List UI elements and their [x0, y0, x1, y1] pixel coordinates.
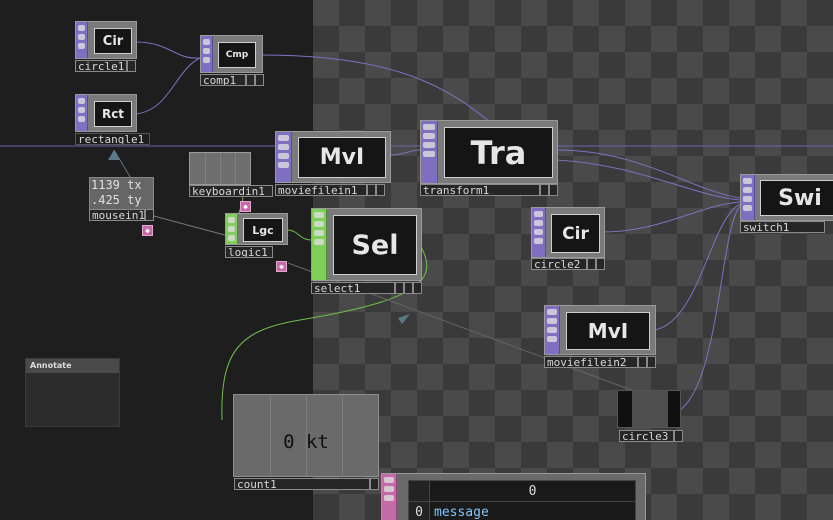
mouse-ty-value: .425 ty — [91, 193, 142, 207]
node-flag-strip[interactable] — [382, 474, 397, 520]
node-title: MvI — [298, 137, 386, 178]
node-body[interactable]: MvI — [275, 131, 391, 183]
node-title: Cmp — [218, 42, 256, 68]
node-label[interactable]: circle2 — [531, 258, 587, 270]
node-flag-strip[interactable] — [532, 208, 546, 257]
node-label[interactable]: select1 — [311, 282, 395, 294]
network-editor[interactable]: Cir circle1 Rct rectangle1 Cmp comp1 key… — [0, 0, 833, 520]
node-title: Swi — [760, 180, 833, 216]
table-viewer: 0 0 message — [408, 480, 636, 520]
node-label[interactable]: switch1 — [740, 221, 825, 233]
node-body[interactable]: MvI — [544, 305, 656, 355]
node-body[interactable]: Cmp — [200, 35, 263, 73]
mouse-tx-value: 1139 tx — [91, 178, 142, 192]
wire-moviefilein2-switch1 — [654, 203, 741, 331]
node-label[interactable]: circle1 — [75, 60, 127, 72]
node-title: Cir — [94, 28, 132, 54]
node-label[interactable]: moviefilein2 — [544, 356, 638, 368]
row-index: 0 — [408, 501, 430, 520]
dat-viewer-icon[interactable]: ◆ — [142, 225, 153, 236]
dat-viewer-icon[interactable]: ◆ — [276, 261, 287, 272]
wire-rectangle1-comp1 — [135, 57, 201, 115]
table-cell: message — [429, 501, 636, 520]
node-viewer-toggle[interactable] — [638, 356, 647, 368]
node-title: Rct — [94, 101, 132, 127]
column-header: 0 — [429, 480, 636, 502]
node-label[interactable]: comp1 — [200, 74, 246, 86]
count-value: 0 kt — [283, 431, 329, 453]
node-viewer-toggle[interactable] — [674, 430, 683, 442]
node-table-dat[interactable]: 0 0 message — [381, 473, 646, 520]
node-label[interactable]: transform1 — [420, 184, 540, 196]
node-mousein1[interactable]: 1139 tx .425 ty — [89, 177, 154, 210]
mousein1-label[interactable]: mousein1 — [89, 209, 145, 221]
node-label[interactable]: logic1 — [225, 246, 273, 258]
node-title: Cir — [551, 214, 600, 253]
node-keyboardin1[interactable] — [189, 152, 251, 185]
wire-transform1-switch1-a — [556, 149, 741, 199]
node-body[interactable]: Lgc — [225, 213, 288, 245]
wire-circle2-switch1 — [602, 201, 741, 233]
node-viewer-toggle[interactable] — [413, 282, 422, 294]
table-row: 0 message — [408, 501, 636, 520]
node-title: Tra — [444, 127, 553, 178]
wire-circle1-comp1 — [135, 41, 201, 59]
node-title: MvI — [566, 312, 650, 350]
node-body[interactable]: Cir — [75, 21, 137, 59]
node-count1[interactable]: 0 kt — [233, 394, 379, 477]
node-viewer-toggle[interactable] — [647, 356, 656, 368]
count1-label[interactable]: count1 — [234, 478, 370, 490]
node-viewer-toggle[interactable] — [376, 184, 385, 196]
wire-moviefilein1-transform1 — [389, 149, 421, 156]
node-flag-strip[interactable] — [421, 121, 438, 183]
annotate-box[interactable]: Annotate — [25, 358, 120, 427]
node-circle3[interactable] — [617, 390, 681, 428]
wire-mousein1-logic1 — [149, 214, 237, 239]
node-viewer-toggle[interactable] — [395, 282, 404, 294]
node-body[interactable]: Rct — [75, 94, 137, 132]
node-viewer-toggle[interactable] — [404, 282, 413, 294]
node-title: Sel — [333, 215, 417, 275]
wire-transform1-switch1-b — [556, 159, 741, 201]
node-flag-strip[interactable] — [201, 36, 213, 72]
node-flag-strip[interactable] — [76, 95, 88, 131]
node-viewer-toggle[interactable] — [246, 74, 255, 86]
node-title: Lgc — [243, 218, 283, 242]
node-viewer-toggle[interactable] — [587, 258, 596, 270]
wire-logic1-select1 — [285, 229, 313, 241]
corner-cell — [408, 480, 430, 502]
node-label[interactable]: moviefilein1 — [275, 184, 367, 196]
node-flag-strip[interactable] — [545, 306, 560, 354]
dat-viewer-icon[interactable]: ◆ — [240, 201, 251, 212]
node-viewer-toggle[interactable] — [367, 184, 376, 196]
node-flag-strip[interactable] — [741, 175, 755, 220]
node-flag-strip[interactable] — [276, 132, 292, 182]
node-body[interactable]: Tra — [420, 120, 558, 184]
node-body[interactable]: Sel — [311, 208, 422, 281]
node-body[interactable]: Cir — [531, 207, 605, 258]
circle3-label[interactable]: circle3 — [619, 430, 674, 442]
wire-arrow — [108, 150, 120, 160]
keyboardin1-label[interactable]: keyboardin1 — [189, 185, 273, 197]
node-viewer-toggle[interactable] — [596, 258, 605, 270]
wire-comp1-transform1 — [261, 54, 491, 123]
wire-arrow — [398, 314, 410, 324]
node-flag-strip[interactable] — [312, 209, 327, 280]
node-flag-strip[interactable] — [76, 22, 88, 58]
annotate-title: Annotate — [26, 359, 119, 373]
node-label[interactable]: rectangle1 — [75, 133, 150, 145]
node-viewer-toggle[interactable] — [127, 60, 136, 72]
node-flag-strip[interactable] — [226, 214, 238, 244]
node-body[interactable]: Swi — [740, 174, 833, 221]
node-viewer-toggle[interactable] — [255, 74, 264, 86]
table-header-row: 0 — [408, 480, 636, 502]
wire-circle3-switch1 — [679, 205, 741, 411]
node-viewer-toggle[interactable] — [549, 184, 558, 196]
node-viewer-toggle[interactable] — [540, 184, 549, 196]
node-viewer-toggle[interactable] — [370, 478, 379, 490]
node-viewer-toggle[interactable] — [145, 209, 154, 221]
